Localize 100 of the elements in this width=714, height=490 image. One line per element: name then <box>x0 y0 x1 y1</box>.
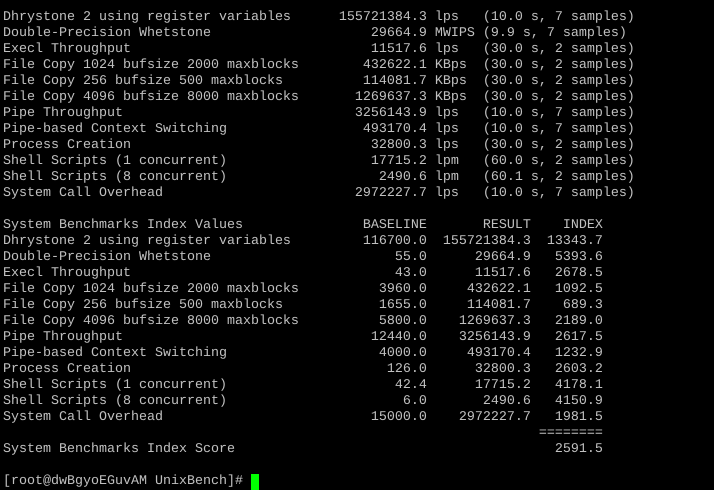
timing-label: (30.0 s, 2 samples) <box>482 138 635 153</box>
baseline-value: 1655.0 <box>378 298 427 313</box>
baseline-value: 126.0 <box>386 362 427 377</box>
index-value: 5393.6 <box>554 250 603 265</box>
unit-label: lps <box>434 138 459 153</box>
score-value: 3256143.9 <box>354 106 427 121</box>
index-value: 2603.2 <box>554 362 603 377</box>
index-value: 1981.5 <box>554 410 603 425</box>
baseline-value: 3960.0 <box>378 282 427 297</box>
baseline-value: 15000.0 <box>370 410 427 425</box>
test-name: Execl Throughput <box>3 266 131 281</box>
score-value: 2972227.7 <box>354 186 427 201</box>
timing-label: (30.0 s, 2 samples) <box>482 42 635 57</box>
test-name: Process Creation <box>3 362 131 377</box>
timing-label: (10.0 s, 7 samples) <box>482 106 635 121</box>
index-value: 689.3 <box>562 298 603 313</box>
test-name: Double-Precision Whetstone <box>3 250 211 265</box>
timing-label: (30.0 s, 2 samples) <box>482 90 635 105</box>
test-name: Shell Scripts (1 concurrent) <box>3 378 227 393</box>
index-value: 2189.0 <box>554 314 603 329</box>
test-name: File Copy 4096 bufsize 8000 maxblocks <box>3 314 299 329</box>
result-value: 432622.1 <box>466 282 531 297</box>
test-name: File Copy 4096 bufsize 8000 maxblocks <box>3 90 299 105</box>
test-name: Shell Scripts (8 concurrent) <box>3 170 227 185</box>
unit-label: lps <box>434 186 459 201</box>
index-value: 4150.9 <box>554 394 603 409</box>
timing-label: (30.0 s, 2 samples) <box>482 58 635 73</box>
timing-label: (10.0 s, 7 samples) <box>482 186 635 201</box>
test-name: Dhrystone 2 using register variables <box>3 10 291 25</box>
column-header: INDEX <box>562 218 603 233</box>
index-value: 2617.5 <box>554 330 603 345</box>
baseline-value: 43.0 <box>394 266 427 281</box>
column-header: BASELINE <box>362 218 427 233</box>
separator-line: ======== <box>538 426 603 441</box>
timing-label: (60.1 s, 2 samples) <box>482 170 635 185</box>
timing-label: (30.0 s, 2 samples) <box>482 74 635 89</box>
score-value: 29664.9 <box>370 26 427 41</box>
test-name: Dhrystone 2 using register variables <box>3 234 291 249</box>
test-name: File Copy 256 bufsize 500 maxblocks <box>3 74 283 89</box>
test-name: Execl Throughput <box>3 42 131 57</box>
table-title: System Benchmarks Index Values <box>3 218 243 233</box>
result-value: 1269637.3 <box>458 314 531 329</box>
baseline-value: 4000.0 <box>378 346 427 361</box>
shell-prompt: [root@dwBgyoEGuvAM UnixBench]# <box>3 474 244 490</box>
score-value: 17715.2 <box>370 154 427 169</box>
score-value: 32800.3 <box>370 138 427 153</box>
result-value: 2972227.7 <box>458 410 531 425</box>
score-value: 1269637.3 <box>354 90 427 105</box>
score-value: 2490.6 <box>378 170 427 185</box>
timing-label: (10.0 s, 7 samples) <box>482 10 635 25</box>
test-name: Pipe Throughput <box>3 330 123 345</box>
index-value: 1232.9 <box>554 346 603 361</box>
unit-label: lps <box>434 42 459 57</box>
test-name: File Copy 1024 bufsize 2000 maxblocks <box>3 58 299 73</box>
score-value: 155721384.3 <box>338 10 427 25</box>
test-name: Shell Scripts (1 concurrent) <box>3 154 227 169</box>
result-value: 29664.9 <box>474 250 531 265</box>
score-label: System Benchmarks Index Score <box>3 442 235 457</box>
baseline-value: 12440.0 <box>370 330 427 345</box>
result-value: 155721384.3 <box>442 234 531 249</box>
column-header: RESULT <box>482 218 531 233</box>
unit-label: lps <box>434 10 459 25</box>
result-value: 17715.2 <box>474 378 531 393</box>
score-value: 114081.7 <box>362 74 427 89</box>
timing-label: (60.0 s, 2 samples) <box>482 154 635 169</box>
test-name: File Copy 1024 bufsize 2000 maxblocks <box>3 282 299 297</box>
test-name: Pipe-based Context Switching <box>3 346 227 361</box>
index-value: 13343.7 <box>546 234 603 249</box>
unit-label: lpm <box>434 170 459 185</box>
test-name: System Call Overhead <box>3 410 163 425</box>
index-value: 2678.5 <box>554 266 603 281</box>
unit-label: KBps <box>434 90 467 105</box>
timing-label: (9.9 s, 7 samples) <box>482 26 627 41</box>
result-value: 493170.4 <box>466 346 531 361</box>
result-value: 32800.3 <box>474 362 531 377</box>
unit-label: MWIPS <box>434 26 475 41</box>
baseline-value: 55.0 <box>394 250 427 265</box>
test-name: Double-Precision Whetstone <box>3 26 211 41</box>
score-value: 432622.1 <box>362 58 427 73</box>
score-value: 493170.4 <box>362 122 427 137</box>
timing-label: (10.0 s, 7 samples) <box>482 122 635 137</box>
result-value: 114081.7 <box>466 298 531 313</box>
test-name: System Call Overhead <box>3 186 163 201</box>
baseline-value: 116700.0 <box>362 234 427 249</box>
unit-label: lps <box>434 106 459 121</box>
baseline-value: 5800.0 <box>378 314 427 329</box>
baseline-value: 6.0 <box>402 394 427 409</box>
result-value: 11517.6 <box>474 266 531 281</box>
unit-label: KBps <box>434 74 467 89</box>
score-value: 11517.6 <box>370 42 427 57</box>
test-name: Pipe-based Context Switching <box>3 122 227 137</box>
test-name: Process Creation <box>3 138 131 153</box>
result-value: 3256143.9 <box>458 330 531 345</box>
index-value: 4178.1 <box>554 378 603 393</box>
unit-label: lpm <box>434 154 459 169</box>
index-value: 1092.5 <box>554 282 603 297</box>
index-score: 2591.5 <box>554 442 603 457</box>
baseline-value: 42.4 <box>394 378 427 393</box>
cursor-block <box>250 474 259 490</box>
unit-label: lps <box>434 122 459 137</box>
